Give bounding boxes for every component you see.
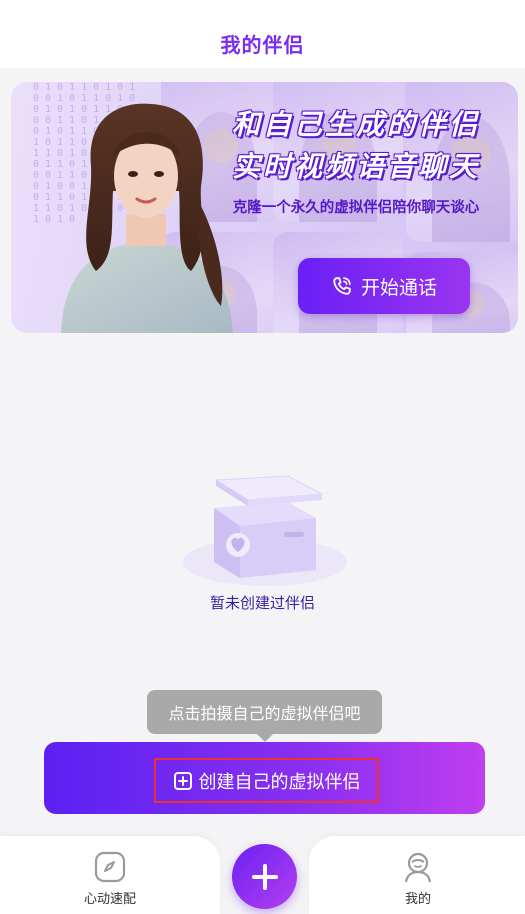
tabbar-left-panel: 心动速配 bbox=[0, 836, 220, 914]
plus-icon bbox=[251, 863, 278, 890]
hint-tooltip: 点击拍摄自己的虚拟伴侣吧 bbox=[147, 690, 382, 734]
tabbar-right-panel: 我的 bbox=[309, 836, 525, 914]
compass-icon bbox=[94, 851, 126, 883]
phone-call-icon bbox=[333, 277, 351, 295]
banner-headline-line1: 和自己生成的伴侣 bbox=[231, 108, 480, 141]
plus-square-icon bbox=[173, 771, 192, 790]
tab-quick-match[interactable]: 心动速配 bbox=[60, 850, 160, 907]
start-call-button[interactable]: 开始通话 bbox=[298, 258, 470, 314]
tab-quick-match-label: 心动速配 bbox=[83, 892, 136, 907]
banner-subline: 克隆一个永久的虚拟伴侣陪你聊天谈心 bbox=[232, 200, 480, 216]
create-companion-highlight[interactable]: 创建自己的虚拟伴侣 bbox=[154, 758, 379, 803]
banner-text: 和自己生成的伴侣 实时视频语音聊天 克隆一个永久的虚拟伴侣陪你聊天谈心 bbox=[201, 104, 511, 217]
page-title: 我的伴侣 bbox=[220, 32, 305, 57]
create-companion-label: 创建自己的虚拟伴侣 bbox=[198, 771, 361, 793]
user-icon bbox=[404, 852, 432, 883]
start-call-label: 开始通话 bbox=[360, 276, 437, 299]
header: 我的伴侣 bbox=[0, 0, 525, 68]
create-companion-button[interactable]: 创建自己的虚拟伴侣 bbox=[44, 742, 485, 814]
tab-mine[interactable]: 我的 bbox=[368, 850, 468, 907]
center-add-button[interactable] bbox=[232, 844, 297, 909]
empty-box-icon bbox=[183, 475, 347, 586]
tab-mine-label: 我的 bbox=[404, 892, 431, 907]
empty-state-text: 暂未创建过伴侣 bbox=[209, 594, 315, 612]
banner-headline-line2: 实时视频语音聊天 bbox=[231, 150, 480, 183]
